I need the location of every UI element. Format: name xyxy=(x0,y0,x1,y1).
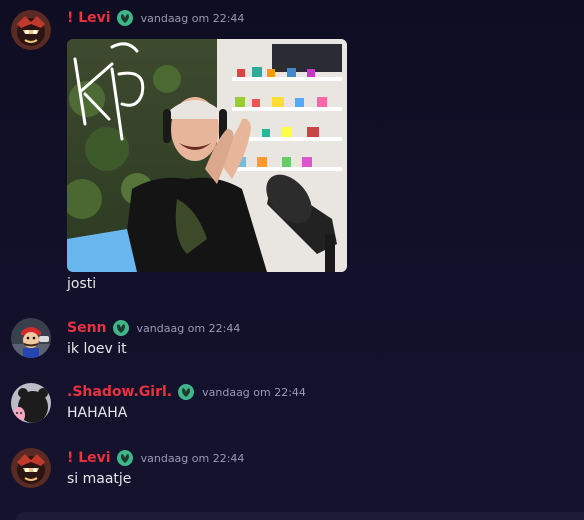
username[interactable]: ! Levi xyxy=(67,10,111,26)
message-text: josti xyxy=(67,276,97,292)
message-header: .Shadow.Girl. vandaag om 22:44 xyxy=(67,382,306,402)
image-attachment[interactable] xyxy=(67,39,347,272)
message-header: ! Levi vandaag om 22:44 xyxy=(67,448,244,468)
message-composer[interactable] xyxy=(16,512,584,520)
leaf-role-icon[interactable] xyxy=(112,319,130,337)
levi-avatar-icon[interactable] xyxy=(11,448,51,488)
chat-messages: ! Levi vandaag om 22:44 josti Senn vanda… xyxy=(0,0,584,520)
message-text: HAHAHA xyxy=(67,405,128,421)
timestamp[interactable]: vandaag om 22:44 xyxy=(202,386,306,399)
timestamp[interactable]: vandaag om 22:44 xyxy=(141,12,245,25)
username[interactable]: Senn xyxy=(67,320,107,336)
message-text: si maatje xyxy=(67,471,132,487)
message-header: ! Levi vandaag om 22:44 xyxy=(67,8,244,28)
username[interactable]: .Shadow.Girl. xyxy=(67,384,172,400)
username[interactable]: ! Levi xyxy=(67,450,111,466)
timestamp[interactable]: vandaag om 22:44 xyxy=(141,452,245,465)
message-text: ik loev it xyxy=(67,341,127,357)
leaf-role-icon[interactable] xyxy=(116,449,134,467)
message-header: Senn vandaag om 22:44 xyxy=(67,318,240,338)
shadow-avatar-icon[interactable] xyxy=(11,383,51,423)
leaf-role-icon[interactable] xyxy=(116,9,134,27)
leaf-role-icon[interactable] xyxy=(177,383,195,401)
timestamp[interactable]: vandaag om 22:44 xyxy=(137,322,241,335)
mario-avatar-icon[interactable] xyxy=(11,318,51,358)
levi-avatar-icon[interactable] xyxy=(11,10,51,50)
